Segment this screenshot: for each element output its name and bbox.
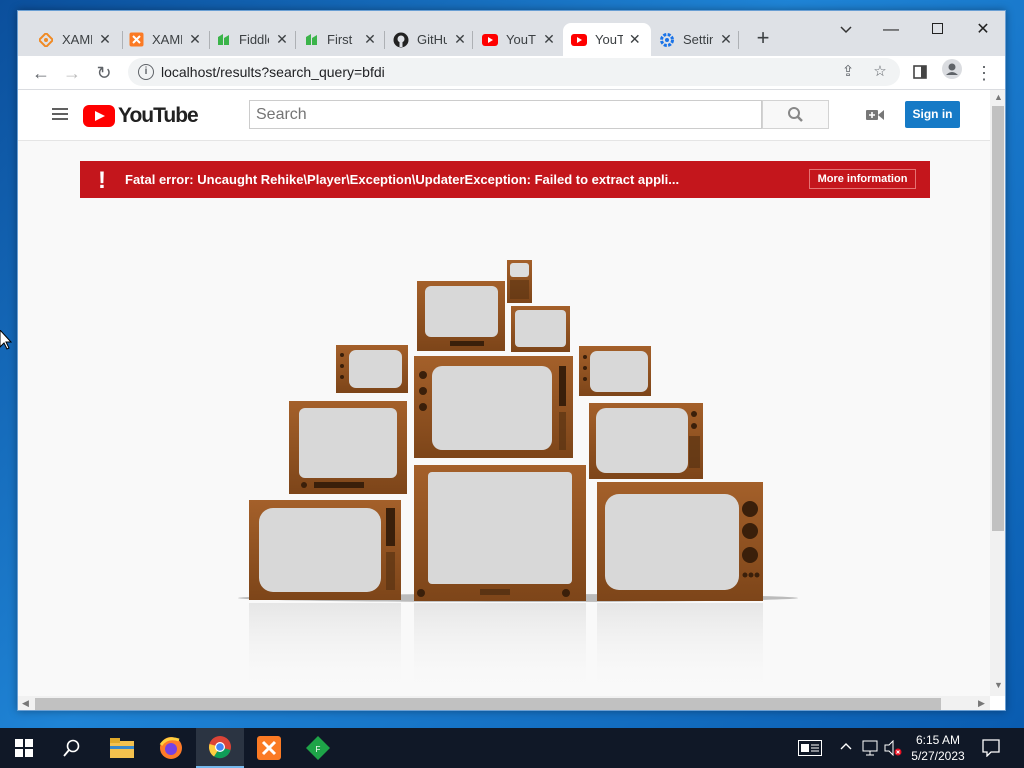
browser-menu-icon[interactable]: ⋮ xyxy=(970,59,998,87)
clock[interactable]: 6:15 AM 5/27/2023 xyxy=(900,732,976,764)
youtube-icon xyxy=(482,32,498,48)
search-icon[interactable] xyxy=(48,728,96,768)
close-window-button[interactable]: ✕ xyxy=(960,17,1005,47)
new-tab-button[interactable]: + xyxy=(749,25,777,53)
chevron-up-icon[interactable] xyxy=(840,740,852,768)
xampp-orange-icon xyxy=(38,32,54,48)
settings-gear-icon xyxy=(659,32,675,48)
reload-button[interactable]: ↻ xyxy=(90,59,118,87)
xampp-icon[interactable] xyxy=(245,728,293,768)
tab-title: Settings xyxy=(683,32,713,47)
tab-settings[interactable]: Settings ✕ xyxy=(651,23,743,56)
tab-youtube-active[interactable]: YouTube ✕ xyxy=(563,23,651,56)
scroll-left-arrow-icon[interactable]: ◀ xyxy=(22,698,29,709)
tab-strip: XAMPP ✕ XAMPP ✕ Fiddle ✕ First ✕ GitHub … xyxy=(18,11,1005,56)
network-icon[interactable] xyxy=(862,740,880,768)
fiddle-icon[interactable]: F xyxy=(294,728,342,768)
browser-toolbar: ← → ↻ i localhost/results?search_query=b… xyxy=(18,56,1005,90)
fiddle-icon xyxy=(215,32,231,48)
close-tab-icon[interactable]: ✕ xyxy=(273,31,291,48)
minimize-button[interactable]: — xyxy=(868,17,914,47)
github-icon xyxy=(393,32,409,48)
tab-title: YouTube xyxy=(506,32,536,47)
close-tab-icon[interactable]: ✕ xyxy=(717,31,735,48)
tab-fiddle[interactable]: Fiddle ✕ xyxy=(207,23,299,56)
youtube-icon xyxy=(571,32,587,48)
tab-search-button[interactable] xyxy=(823,17,869,47)
vertical-scroll-thumb[interactable] xyxy=(992,106,1004,531)
xampp-icon xyxy=(128,32,144,48)
mouse-cursor-icon xyxy=(0,329,13,355)
tab-separator xyxy=(738,31,739,49)
tab-separator xyxy=(472,31,473,49)
tab-first[interactable]: First ✕ xyxy=(295,23,387,56)
close-tab-icon[interactable]: ✕ xyxy=(451,31,469,48)
bookmark-star-icon[interactable]: ☆ xyxy=(870,62,890,82)
clock-time: 6:15 AM xyxy=(915,733,961,747)
scroll-down-arrow-icon[interactable]: ▼ xyxy=(994,680,1003,690)
tab-title: YouTube xyxy=(595,32,623,47)
file-explorer-icon[interactable] xyxy=(98,728,146,768)
start-icon[interactable] xyxy=(0,728,48,768)
address-bar[interactable]: i localhost/results?search_query=bfdi ⇪ … xyxy=(128,58,900,86)
close-tab-icon[interactable]: ✕ xyxy=(96,31,114,48)
share-icon[interactable]: ⇪ xyxy=(838,62,858,82)
close-tab-icon[interactable]: ✕ xyxy=(186,31,204,48)
clock-date: 5/27/2023 xyxy=(911,749,965,763)
horizontal-scroll-thumb[interactable] xyxy=(35,698,941,710)
tab-xampp-2[interactable]: XAMPP ✕ xyxy=(120,23,212,56)
browser-window: XAMPP ✕ XAMPP ✕ Fiddle ✕ First ✕ GitHub … xyxy=(17,10,1006,711)
chrome-icon[interactable] xyxy=(196,728,244,768)
horizontal-scrollbar[interactable]: ◀ ▶ xyxy=(18,696,990,710)
taskbar: F 6:15 AM 5/27/2023 xyxy=(0,728,1024,768)
tab-xampp-1[interactable]: XAMPP ✕ xyxy=(30,23,122,56)
close-tab-icon[interactable]: ✕ xyxy=(361,31,379,48)
close-tab-icon[interactable]: ✕ xyxy=(540,31,558,48)
tab-github[interactable]: GitHub ✕ xyxy=(385,23,477,56)
tab-youtube-1[interactable]: YouTube ✕ xyxy=(474,23,566,56)
notification-icon[interactable] xyxy=(982,739,1000,768)
first-icon xyxy=(303,32,319,48)
firefox-icon[interactable] xyxy=(147,728,195,768)
tab-title: GitHub xyxy=(417,32,447,47)
vertical-scrollbar[interactable]: ▲ ▼ xyxy=(990,90,1005,696)
profile-avatar-icon[interactable] xyxy=(938,59,966,87)
tv-stack-illustration xyxy=(238,260,798,693)
scroll-right-arrow-icon[interactable]: ▶ xyxy=(978,698,985,709)
close-tab-icon[interactable]: ✕ xyxy=(627,31,644,48)
maximize-button[interactable] xyxy=(914,17,960,47)
tab-title: First xyxy=(327,32,353,47)
url-text[interactable]: localhost/results?search_query=bfdi xyxy=(161,64,385,80)
forward-button[interactable]: → xyxy=(58,59,86,87)
side-panel-icon[interactable] xyxy=(906,59,934,87)
tab-title: XAMPP xyxy=(62,32,92,47)
svg-text:F: F xyxy=(316,745,321,754)
page-viewport: YouTube Sign in ! Fatal error: Uncaught … xyxy=(18,90,990,696)
scroll-up-arrow-icon[interactable]: ▲ xyxy=(994,92,1003,102)
tab-title: XAMPP xyxy=(152,32,182,47)
back-button[interactable]: ← xyxy=(27,59,55,87)
news-widget-icon[interactable] xyxy=(798,740,822,768)
site-info-icon[interactable]: i xyxy=(138,64,154,80)
tab-title: Fiddle xyxy=(239,32,269,47)
